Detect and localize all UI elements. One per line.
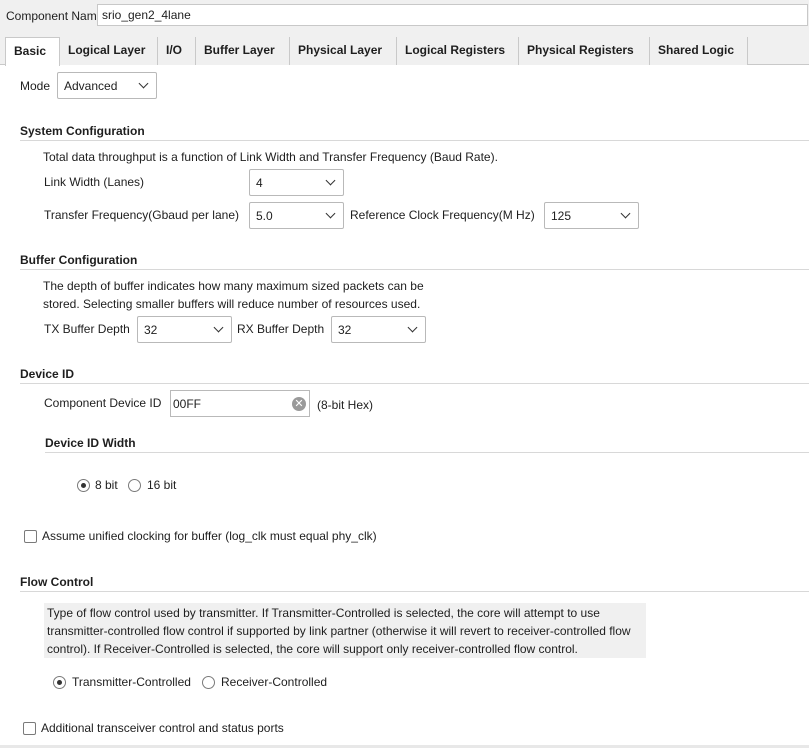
link-width-label: Link Width (Lanes) xyxy=(44,175,145,189)
link-width-select[interactable]: 4 xyxy=(249,169,344,196)
transceiver-ports-label: Additional transceiver control and statu… xyxy=(41,721,284,735)
buffer-config-description-line2: stored. Selecting smaller buffers will r… xyxy=(43,297,421,311)
transfer-frequency-value: 5.0 xyxy=(256,209,273,223)
component-device-id-label: Component Device ID xyxy=(44,396,162,410)
component-device-id-input[interactable]: 00FF ✕ xyxy=(170,390,310,417)
device-id-hex-note: (8-bit Hex) xyxy=(317,398,374,412)
chevron-down-icon xyxy=(325,175,336,186)
tab-buffer-layer[interactable]: Buffer Layer xyxy=(196,37,290,65)
tab-basic[interactable]: Basic xyxy=(5,37,60,66)
chevron-down-icon xyxy=(407,322,418,333)
unified-clocking-label: Assume unified clocking for buffer (log_… xyxy=(42,529,377,543)
system-config-heading: System Configuration xyxy=(20,124,145,138)
flow-control-heading: Flow Control xyxy=(20,575,94,589)
link-width-value: 4 xyxy=(256,176,263,190)
buffer-config-divider xyxy=(20,269,809,270)
tab-physical-layer[interactable]: Physical Layer xyxy=(290,37,397,65)
mode-value: Advanced xyxy=(64,79,118,93)
transfer-frequency-select[interactable]: 5.0 xyxy=(249,202,344,229)
chevron-down-icon xyxy=(325,208,336,219)
buffer-config-heading: Buffer Configuration xyxy=(20,253,138,267)
reference-clock-select[interactable]: 125 xyxy=(544,202,639,229)
flow-control-desc-line2: transmitter-controlled flow control if s… xyxy=(47,624,631,638)
radio-transmitter-controlled[interactable] xyxy=(53,676,66,689)
chevron-down-icon xyxy=(620,208,631,219)
tab-logical-layer[interactable]: Logical Layer xyxy=(60,37,158,65)
rx-buffer-depth-value: 32 xyxy=(338,323,352,337)
reference-clock-value: 125 xyxy=(551,209,572,223)
device-id-heading: Device ID xyxy=(20,367,75,381)
radio-8-bit[interactable] xyxy=(77,479,90,492)
device-id-width-divider xyxy=(45,452,809,453)
system-config-divider xyxy=(20,140,809,141)
flow-control-divider xyxy=(20,591,809,592)
component-name-value: srio_gen2_4lane xyxy=(102,8,191,22)
tab-shared-logic[interactable]: Shared Logic xyxy=(650,37,748,65)
rx-buffer-depth-select[interactable]: 32 xyxy=(331,316,426,343)
flow-control-desc-line1: Type of flow control used by transmitter… xyxy=(47,606,600,620)
unified-clocking-checkbox[interactable] xyxy=(24,530,37,543)
clear-icon[interactable]: ✕ xyxy=(292,397,306,411)
device-id-width-heading: Device ID Width xyxy=(45,436,136,450)
component-name-label: Component Name xyxy=(6,9,104,23)
radio-16-bit-label: 16 bit xyxy=(147,478,177,492)
flow-control-description: Type of flow control used by transmitter… xyxy=(44,603,646,658)
radio-transmitter-controlled-label: Transmitter-Controlled xyxy=(72,675,191,689)
radio-8-bit-label: 8 bit xyxy=(95,478,118,492)
tab-io[interactable]: I/O xyxy=(158,37,196,65)
component-name-input[interactable]: srio_gen2_4lane xyxy=(97,4,808,26)
tx-buffer-depth-label: TX Buffer Depth xyxy=(44,322,130,336)
mode-select[interactable]: Advanced xyxy=(57,72,157,99)
tx-buffer-depth-value: 32 xyxy=(144,323,158,337)
transceiver-ports-checkbox[interactable] xyxy=(23,722,36,735)
mode-label: Mode xyxy=(20,79,51,93)
buffer-config-description-line1: The depth of buffer indicates how many m… xyxy=(43,279,424,293)
tab-logical-registers[interactable]: Logical Registers xyxy=(397,37,519,65)
reference-clock-label: Reference Clock Frequency(M Hz) xyxy=(350,208,535,222)
system-config-description: Total data throughput is a function of L… xyxy=(43,150,498,164)
radio-receiver-controlled[interactable] xyxy=(202,676,215,689)
transfer-frequency-label: Transfer Frequency(Gbaud per lane) xyxy=(44,208,239,222)
component-device-id-value: 00FF xyxy=(173,397,202,411)
tx-buffer-depth-select[interactable]: 32 xyxy=(137,316,232,343)
chevron-down-icon xyxy=(138,78,149,89)
tab-physical-registers[interactable]: Physical Registers xyxy=(519,37,650,65)
rx-buffer-depth-label: RX Buffer Depth xyxy=(237,322,325,336)
device-id-divider xyxy=(20,383,809,384)
chevron-down-icon xyxy=(213,322,224,333)
radio-16-bit[interactable] xyxy=(128,479,141,492)
radio-receiver-controlled-label: Receiver-Controlled xyxy=(221,675,328,689)
flow-control-desc-line3: control). If Receiver-Controlled is sele… xyxy=(47,642,578,656)
